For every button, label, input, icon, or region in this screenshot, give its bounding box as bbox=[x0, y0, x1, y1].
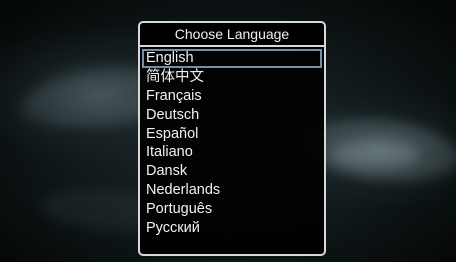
background-light-wave bbox=[330, 140, 420, 168]
language-option-simplified-chinese[interactable]: 简体中文 bbox=[142, 68, 322, 87]
language-option-russian[interactable]: Русский bbox=[142, 219, 322, 238]
screen-background: Choose Language English 简体中文 Français De… bbox=[0, 0, 456, 262]
language-option-spanish[interactable]: Español bbox=[142, 125, 322, 144]
language-option-danish[interactable]: Dansk bbox=[142, 162, 322, 181]
language-list: English 简体中文 Français Deutsch Español It… bbox=[140, 47, 324, 238]
language-option-french[interactable]: Français bbox=[142, 87, 322, 106]
language-option-german[interactable]: Deutsch bbox=[142, 106, 322, 125]
language-option-italian[interactable]: Italiano bbox=[142, 143, 322, 162]
language-option-english[interactable]: English bbox=[142, 49, 322, 68]
language-option-dutch[interactable]: Nederlands bbox=[142, 181, 322, 200]
dialog-title: Choose Language bbox=[140, 23, 324, 47]
choose-language-dialog: Choose Language English 简体中文 Français De… bbox=[138, 21, 326, 256]
language-option-portuguese[interactable]: Português bbox=[142, 200, 322, 219]
